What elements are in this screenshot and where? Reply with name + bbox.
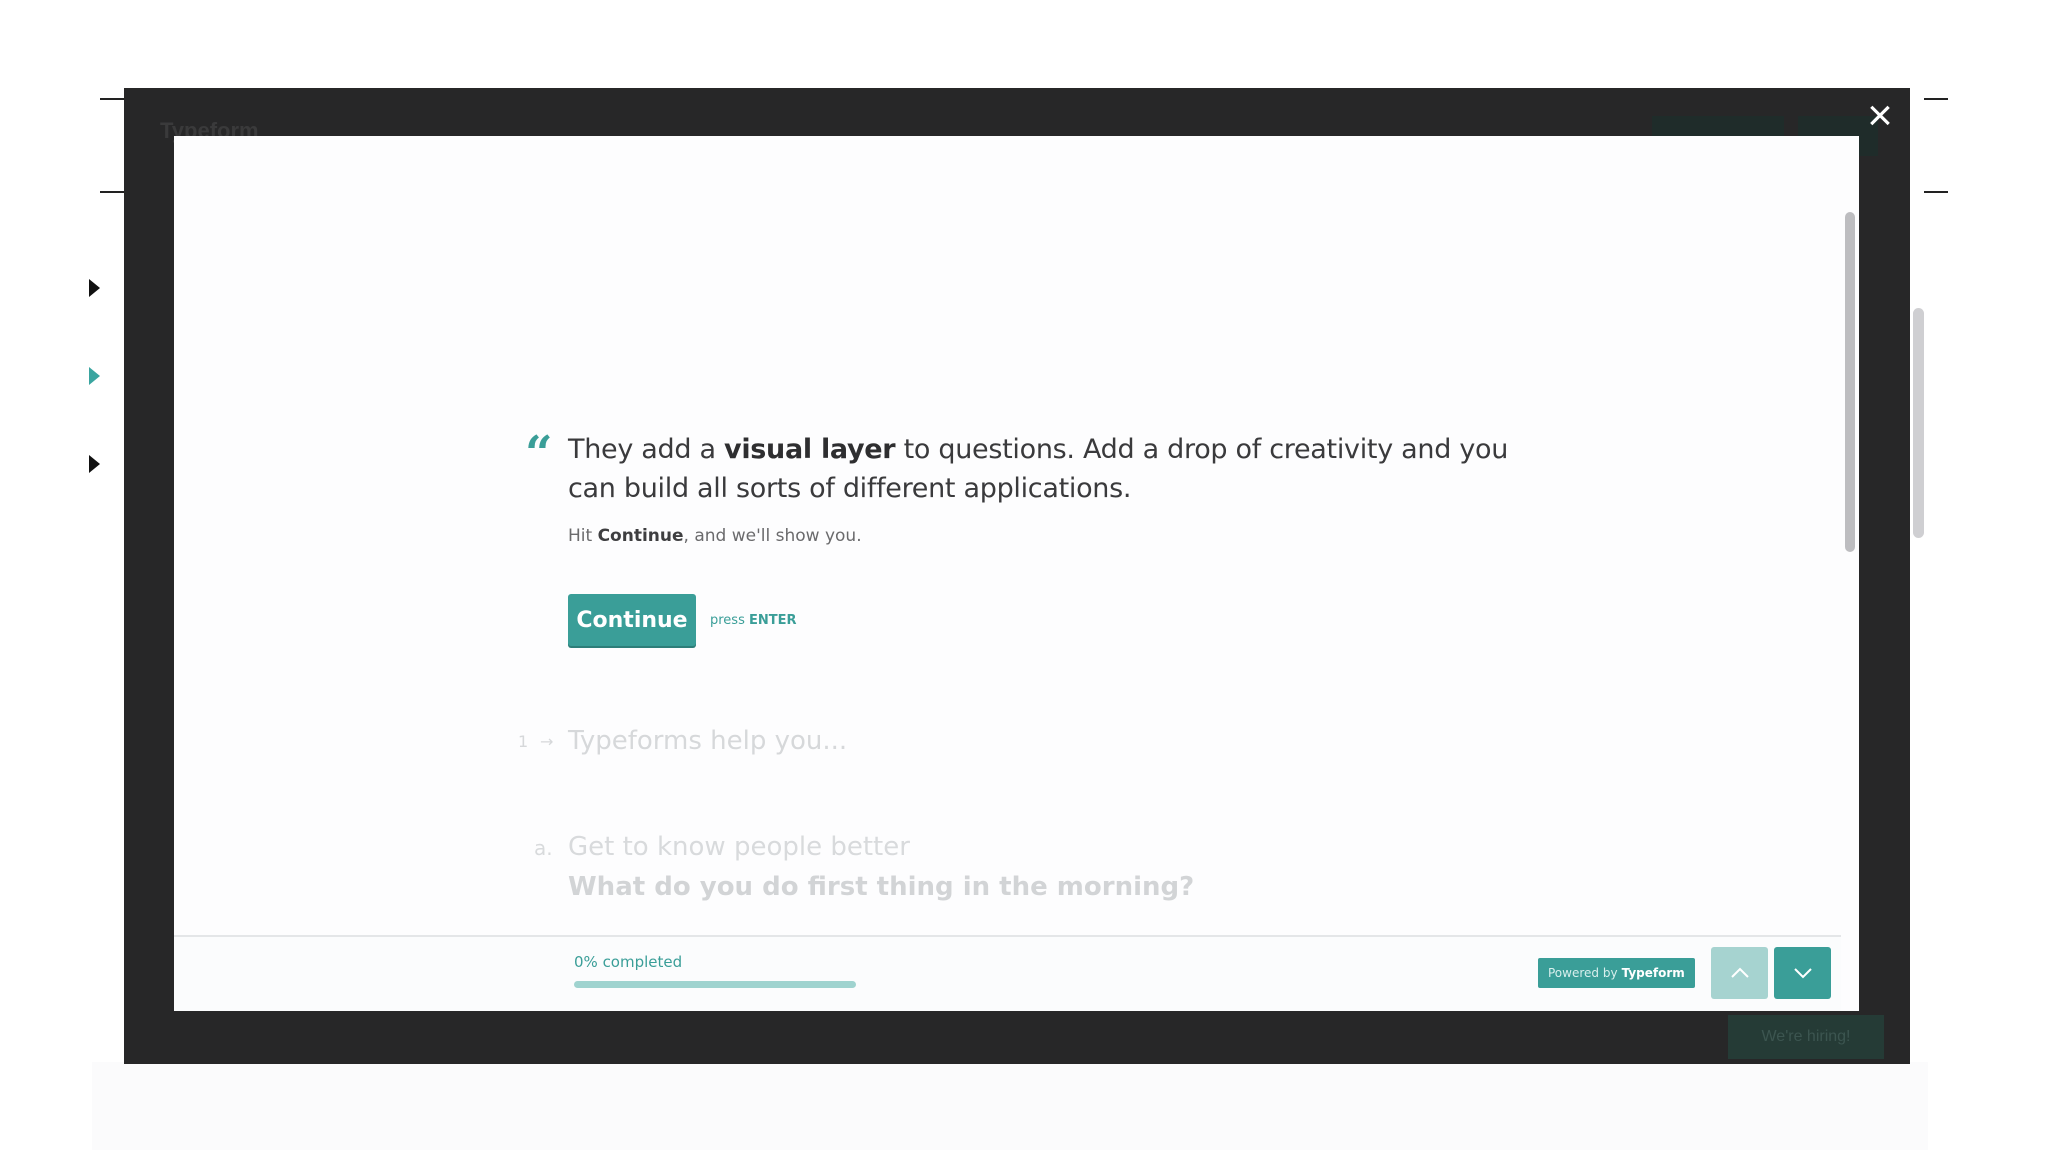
page-rule-top-right <box>1924 98 1948 100</box>
powered-prefix: Powered by <box>1548 966 1618 980</box>
page-disclosure-arrow[interactable] <box>89 279 100 297</box>
page-rule-top-left <box>100 98 126 100</box>
quote-icon: “ <box>525 426 553 482</box>
background-hiring-button: We're hiring! <box>1728 1015 1884 1059</box>
statement-block: “ They add a visual layer to questions. … <box>525 430 1525 546</box>
progress-bar <box>574 981 856 988</box>
next-question[interactable]: 1 → Typeforms help you... <box>518 726 847 756</box>
progress-label: 0% completed <box>574 953 683 971</box>
statement-text-start: They add a <box>568 434 725 465</box>
choice-label: Get to know people better <box>568 832 910 862</box>
powered-brand: Typeform <box>1621 966 1685 980</box>
press-enter-hint: press ENTER <box>710 613 797 628</box>
typeform-modal: “ They add a visual layer to questions. … <box>174 136 1859 1011</box>
statement-text: They add a visual layer to questions. Ad… <box>568 430 1525 508</box>
question-number: 1 <box>518 731 529 751</box>
page-disclosure-arrow-active[interactable] <box>89 367 100 385</box>
page-disclosure-arrow[interactable] <box>89 455 100 473</box>
statement-hint: Hit Continue, and we'll show you. <box>568 526 1525 546</box>
page-bottom-area <box>92 1062 1928 1150</box>
hint-start: Hit <box>568 526 598 546</box>
question-text: Typeforms help you... <box>568 726 848 756</box>
arrow-right-icon: → <box>540 731 554 751</box>
chevron-up-icon <box>1730 967 1749 978</box>
page-scrollbar[interactable] <box>1913 308 1924 538</box>
choice-sub-question: What do you do first thing in the mornin… <box>568 872 1195 902</box>
press-prefix: press <box>710 612 749 628</box>
continue-button[interactable]: Continue <box>568 594 696 646</box>
previous-question-button[interactable] <box>1711 947 1768 999</box>
continue-row: Continue press ENTER <box>568 594 797 646</box>
press-key: ENTER <box>749 612 797 628</box>
page-rule-mid-right <box>1924 191 1948 193</box>
statement-text-bold: visual layer <box>724 434 896 465</box>
page-rule-mid-left <box>100 191 126 193</box>
powered-by-typeform-badge[interactable]: Powered by Typeform <box>1538 958 1695 988</box>
hint-end: , and we'll show you. <box>683 526 862 546</box>
choice-key: a. <box>534 836 553 860</box>
close-icon[interactable]: × <box>1860 94 1900 138</box>
modal-footer: 0% completed Powered by Typeform <box>174 935 1841 1011</box>
next-question-button[interactable] <box>1774 947 1831 999</box>
hint-bold: Continue <box>597 526 684 546</box>
modal-scrollbar[interactable] <box>1845 212 1855 552</box>
chevron-down-icon <box>1793 968 1812 979</box>
